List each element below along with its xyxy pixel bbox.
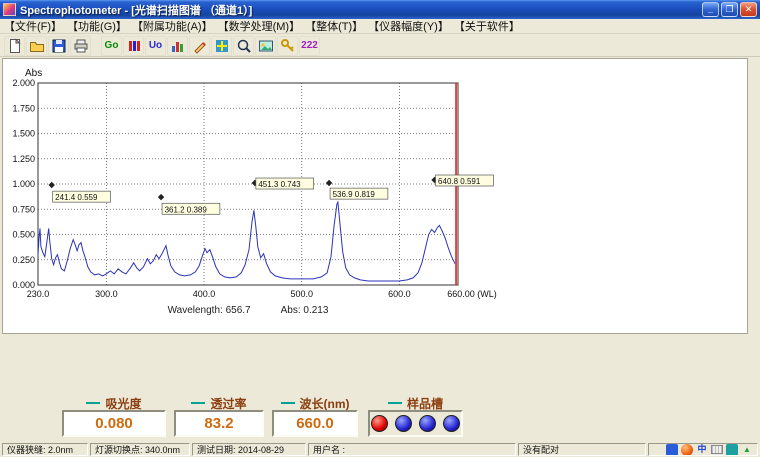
label-dash-icon (388, 402, 402, 404)
sample-slot-label-text: 样品槽 (407, 395, 443, 412)
toolbar: Go Uo 222 (0, 35, 760, 57)
svg-text:0.250: 0.250 (12, 255, 35, 265)
svg-text:2.000: 2.000 (12, 78, 35, 88)
histogram-icon (170, 38, 186, 54)
grid-button[interactable] (211, 36, 232, 56)
system-tray: 中 ▲ (648, 443, 758, 456)
grid-cross-icon (214, 38, 230, 54)
maximize-button[interactable]: ❐ (721, 2, 738, 17)
tray-orange-icon[interactable] (681, 444, 693, 456)
wavelength-label-text: 波长(nm) (300, 395, 350, 412)
wavelength-value: 660.0 (272, 410, 358, 437)
svg-text:660.00 (WL): 660.00 (WL) (447, 289, 497, 299)
chart-panel: 241.4 0.559 361.2 0.389 451.3 0.743 536.9 0… (2, 58, 748, 334)
open-button[interactable] (26, 36, 47, 56)
absorbance-label-text: 吸光度 (105, 395, 141, 412)
menu-function[interactable]: 【功能(G)】 (65, 18, 129, 34)
menu-instrument-range[interactable]: 【仪器幅度(Y)】 (366, 18, 451, 34)
tray-teal-icon[interactable] (726, 444, 738, 456)
edit-button[interactable] (189, 36, 210, 56)
svg-text:0.500: 0.500 (12, 230, 35, 240)
key-icon (280, 38, 296, 54)
spectrum-plot[interactable]: 241.4 0.559 361.2 0.389 451.3 0.743 536.9 0… (3, 63, 523, 308)
keyboard-icon[interactable] (711, 445, 723, 454)
svg-text:451.3 0.743: 451.3 0.743 (258, 180, 301, 189)
histogram-button[interactable] (167, 36, 188, 56)
key-button[interactable] (277, 36, 298, 56)
status-lamp-switch: 灯源切换点: 340.0nm (90, 443, 190, 456)
window-title: Spectrophotometer - [光谱扫描图谱 （通道1）] (20, 2, 702, 18)
svg-text:400.0: 400.0 (193, 289, 216, 299)
channels-button[interactable] (123, 36, 144, 56)
cursor-wavelength-text: Wavelength: 656.7 (168, 305, 251, 316)
magnifier-icon (236, 38, 252, 54)
app-icon (3, 3, 16, 16)
status-bar: 仪器狭缝: 2.0nm 灯源切换点: 340.0nm 测试日期: 2014-08… (0, 442, 760, 457)
absorbance-value: 0.080 (62, 410, 166, 437)
menu-math[interactable]: 【数学处理(M)】 (216, 18, 303, 34)
uo-button[interactable]: Uo (145, 36, 166, 56)
sample-slot-selector (368, 410, 463, 437)
printer-icon (73, 38, 89, 54)
menu-about[interactable]: 【关于软件】 (452, 18, 522, 34)
image-icon (258, 38, 274, 54)
svg-text:1.000: 1.000 (12, 179, 35, 189)
label-dash-icon (191, 402, 205, 404)
wavelength-label: 波长(nm) (272, 396, 358, 410)
titlebar: Spectrophotometer - [光谱扫描图谱 （通道1）] _ ❐ ✕ (0, 0, 760, 19)
svg-text:500.0: 500.0 (290, 289, 313, 299)
status-test-date: 测试日期: 2014-08-29 (192, 443, 306, 456)
sample-slot-label: 样品槽 (368, 396, 463, 410)
sample-cell-2-button[interactable] (395, 415, 412, 432)
menu-bar: 【文件(F)】 【功能(G)】 【附属功能(A)】 【数学处理(M)】 【整体(… (0, 19, 760, 34)
status-username: 用户名 : (308, 443, 516, 456)
svg-text:300.0: 300.0 (95, 289, 118, 299)
counter-button[interactable]: 222 (299, 36, 320, 56)
label-dash-icon (281, 402, 295, 404)
svg-text:1.750: 1.750 (12, 103, 35, 113)
tray-app-icon[interactable] (666, 444, 678, 456)
close-button[interactable]: ✕ (740, 2, 757, 17)
svg-text:241.4 0.559: 241.4 0.559 (55, 193, 98, 202)
svg-text:0.750: 0.750 (12, 204, 35, 214)
svg-text:1.250: 1.250 (12, 154, 35, 164)
sample-cell-4-button[interactable] (443, 415, 460, 432)
svg-text:600.0: 600.0 (388, 289, 411, 299)
sample-cell-1-button[interactable] (371, 415, 388, 432)
menu-accessory[interactable]: 【附属功能(A)】 (130, 18, 215, 34)
show-desktop-icon[interactable]: ▲ (741, 444, 753, 456)
image-button[interactable] (255, 36, 276, 56)
cursor-readout: Wavelength: 656.7 Abs: 0.213 (38, 305, 458, 316)
svg-text:640.8 0.591: 640.8 0.591 (438, 177, 481, 186)
transmittance-label: 透过率 (174, 396, 264, 410)
menu-overall[interactable]: 【整体(T)】 (303, 18, 365, 34)
sample-cell-3-button[interactable] (419, 415, 436, 432)
new-file-icon (7, 38, 23, 54)
svg-text:Abs: Abs (25, 68, 42, 79)
save-icon (51, 38, 67, 54)
status-pairing: 没有配对 (518, 443, 646, 456)
minimize-button[interactable]: _ (702, 2, 719, 17)
open-folder-icon (29, 38, 45, 54)
pencil-icon (192, 38, 208, 54)
absorbance-label: 吸光度 (62, 396, 166, 410)
svg-text:536.9 0.819: 536.9 0.819 (333, 190, 376, 199)
zoom-button[interactable] (233, 36, 254, 56)
print-button[interactable] (70, 36, 91, 56)
menu-file[interactable]: 【文件(F)】 (2, 18, 64, 34)
go-button[interactable]: Go (101, 36, 122, 56)
transmittance-label-text: 透过率 (210, 395, 246, 412)
cursor-abs-text: Abs: 0.213 (281, 305, 329, 316)
save-button[interactable] (48, 36, 69, 56)
transmittance-value: 83.2 (174, 410, 264, 437)
channel-bars-icon (126, 38, 142, 54)
label-dash-icon (86, 402, 100, 404)
ime-chinese-icon[interactable]: 中 (696, 444, 708, 456)
svg-text:361.2 0.389: 361.2 0.389 (165, 205, 208, 214)
status-slit: 仪器狭缝: 2.0nm (2, 443, 88, 456)
svg-text:230.0: 230.0 (27, 289, 50, 299)
new-file-button[interactable] (4, 36, 25, 56)
svg-text:1.500: 1.500 (12, 129, 35, 139)
